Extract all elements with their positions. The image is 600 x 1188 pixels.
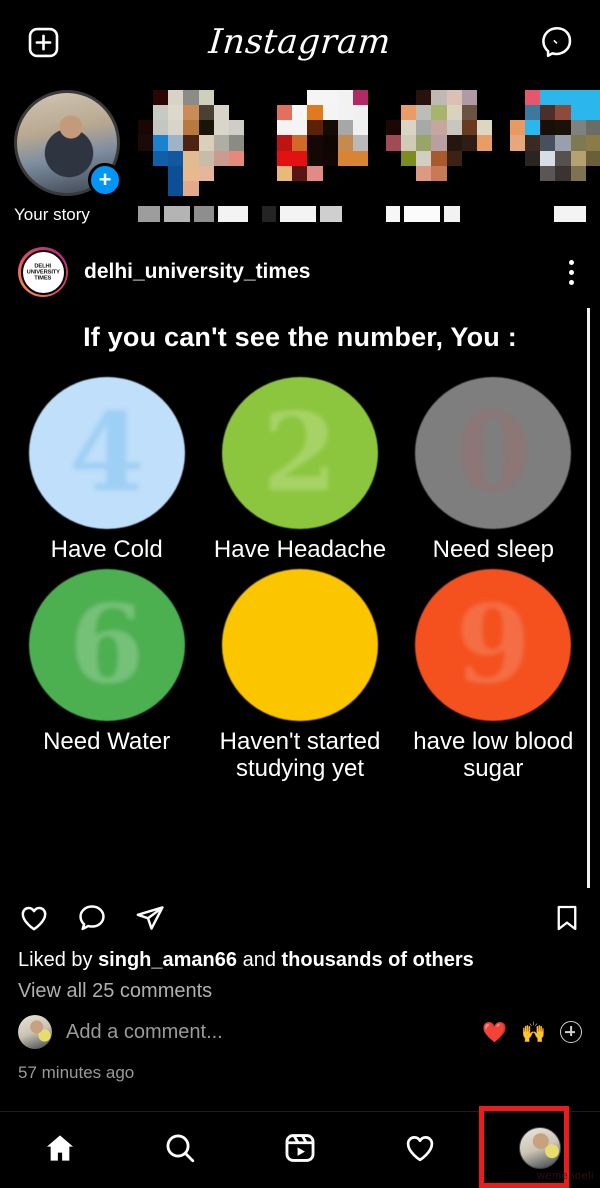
view-all-comments-link[interactable]: View all 25 comments — [0, 972, 600, 1003]
color-circle: 0 — [415, 377, 572, 529]
nav-item-search[interactable] — [143, 1118, 217, 1178]
circle-caption: Haven't started studying yet — [219, 728, 381, 782]
circle-item: 6 Need Water — [10, 569, 203, 782]
messenger-icon — [542, 26, 572, 58]
color-circle: 6 — [28, 569, 185, 722]
messenger-button[interactable] — [536, 21, 578, 63]
save-button[interactable] — [552, 903, 582, 938]
plus-square-icon — [28, 27, 58, 57]
nav-item-reels[interactable] — [263, 1118, 337, 1178]
comment-button[interactable] — [76, 902, 108, 939]
add-story-badge[interactable]: + — [88, 163, 122, 197]
circle-caption: Have Headache — [213, 536, 387, 563]
circle-caption: Need sleep — [432, 536, 555, 563]
carousel-next-slide-edge — [587, 308, 590, 888]
liked-by-username[interactable]: singh_aman66 — [98, 949, 237, 971]
censored-avatar — [138, 90, 244, 196]
post-more-options-button[interactable] — [561, 252, 582, 293]
color-blindness-circle-grid: 4 Have Cold 2 Have Headache 0 Need sleep… — [0, 353, 600, 782]
media-title: If you can't see the number, You : — [83, 322, 517, 352]
post-timestamp: 57 minutes ago — [18, 1063, 135, 1082]
hidden-number: 4 — [69, 390, 145, 516]
current-user-avatar — [18, 1015, 52, 1049]
share-button[interactable] — [134, 902, 166, 939]
hidden-number: 9 — [455, 582, 531, 709]
heart-icon — [21, 906, 47, 931]
circle-caption: have low blood sugar — [413, 728, 574, 782]
dot — [569, 269, 574, 275]
story-label: Your story — [14, 205, 90, 224]
censored-story-label — [386, 206, 496, 222]
avatar-logo-line: TIMES — [34, 274, 52, 281]
circle-item: 9 have low blood sugar — [397, 569, 590, 782]
story-item[interactable] — [386, 90, 496, 222]
story-item[interactable] — [510, 90, 600, 222]
search-icon — [166, 1134, 195, 1162]
your-story-avatar-wrap: + — [14, 90, 122, 197]
post-author-username[interactable]: delhi_university_times — [84, 260, 545, 284]
comment-bubble-icon — [79, 905, 105, 931]
circle-caption: Have Cold — [50, 536, 163, 563]
censored-avatar — [510, 90, 600, 196]
post-author-avatar[interactable]: DELHI UNIVERSITY TIMES — [18, 247, 68, 297]
add-comment-row[interactable]: Add a comment... ❤️ 🙌 — [0, 1003, 600, 1049]
paper-plane-icon — [136, 906, 164, 930]
comment-input[interactable]: Add a comment... — [66, 1021, 468, 1044]
censored-story-label — [510, 206, 600, 222]
add-sticker-icon[interactable] — [560, 1021, 582, 1043]
censored-avatar — [262, 90, 368, 196]
reels-icon — [285, 1133, 315, 1162]
dot — [569, 259, 574, 265]
color-circle — [221, 569, 378, 722]
story-item[interactable] — [138, 90, 248, 222]
post-header: DELHI UNIVERSITY TIMES delhi_university_… — [0, 236, 600, 308]
quick-emoji-raised-hands[interactable]: 🙌 — [521, 1020, 546, 1045]
liked-by-text: Liked by singh_aman66 and thousands of o… — [0, 943, 600, 972]
nav-item-home[interactable] — [23, 1118, 97, 1178]
hidden-number: 6 — [69, 582, 145, 709]
nav-item-activity[interactable] — [383, 1118, 457, 1178]
censored-avatar — [386, 90, 492, 196]
quick-emoji-heart[interactable]: ❤️ — [482, 1020, 507, 1045]
home-icon — [46, 1134, 74, 1161]
top-app-bar: Instagram — [0, 0, 600, 84]
story-item[interactable] — [262, 90, 372, 222]
post-media[interactable]: If you can't see the number, You : 4 Hav… — [0, 308, 600, 888]
avatar-image: DELHI UNIVERSITY TIMES — [20, 249, 66, 295]
post-action-bar — [0, 888, 600, 943]
liked-by-others[interactable]: thousands of others — [282, 949, 474, 971]
color-circle: 2 — [221, 377, 378, 529]
instagram-logo: Instagram — [207, 22, 393, 62]
circle-item: 4 Have Cold — [10, 377, 203, 563]
bottom-navigation-bar: wemenoeli — [0, 1105, 600, 1188]
heart-icon — [406, 1135, 434, 1161]
like-button[interactable] — [18, 902, 50, 939]
censored-story-label — [262, 206, 372, 222]
liked-by-prefix: Liked by — [18, 949, 99, 971]
nav-item-profile[interactable] — [479, 1105, 577, 1188]
dot — [569, 279, 574, 285]
color-circle: 9 — [415, 569, 572, 722]
circle-item: Haven't started studying yet — [203, 569, 396, 782]
new-post-button[interactable] — [22, 21, 64, 63]
liked-by-middle: and — [237, 949, 282, 971]
bookmark-icon — [557, 905, 577, 931]
circle-caption: Need Water — [43, 728, 171, 756]
color-circle: 4 — [28, 377, 185, 529]
story-your-story[interactable]: + Your story — [14, 90, 124, 225]
circle-item: 0 Need sleep — [397, 377, 590, 563]
hidden-number: 0 — [455, 390, 531, 516]
watermark-text: wemenoeli — [536, 1170, 594, 1182]
stories-tray[interactable]: + Your story — [0, 84, 600, 236]
censored-story-label — [138, 206, 248, 222]
hidden-number: 2 — [262, 390, 338, 516]
circle-item: 2 Have Headache — [203, 377, 396, 563]
